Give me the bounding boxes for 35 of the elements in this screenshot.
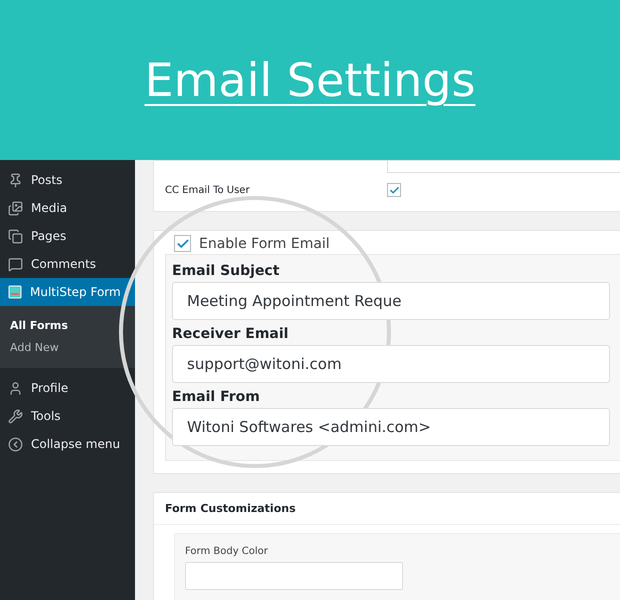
field-label: Form Body Color: [185, 546, 268, 557]
sidebar-item[interactable]: Media: [0, 194, 135, 222]
sidebar-item[interactable]: Pages: [0, 222, 135, 250]
color-field[interactable]: [185, 562, 403, 590]
submenu-item[interactable]: Add New: [0, 337, 69, 358]
collapse-icon: [8, 436, 23, 452]
sidebar-item[interactable]: Comments: [0, 250, 135, 278]
field-label: Receiver Email: [172, 326, 288, 342]
images-icon: [8, 200, 23, 216]
pages-icon: [8, 228, 23, 244]
checkbox[interactable]: [174, 235, 191, 252]
banner-title: Email Settings: [144, 53, 476, 107]
sidebar-item[interactable]: MultiStep Form: [0, 278, 135, 306]
check-icon: [388, 184, 400, 196]
pin-icon: [8, 172, 23, 188]
sidebar-item[interactable]: Collapse menu: [0, 430, 135, 458]
wrench-icon: [8, 408, 23, 424]
sidebar-item[interactable]: Posts: [0, 166, 135, 194]
input-field[interactable]: Meeting Appointment Reque: [172, 282, 610, 320]
checkbox[interactable]: [387, 183, 401, 197]
card-title: Form Customizations: [165, 502, 296, 515]
field-label: CC Email To User: [165, 184, 251, 196]
input-field[interactable]: [387, 161, 620, 173]
user-icon: [8, 380, 23, 396]
field-label: Email Subject: [172, 263, 280, 279]
form-icon: [8, 285, 22, 299]
input-field[interactable]: support@witoni.com: [172, 345, 610, 383]
sidebar-item[interactable]: Tools: [0, 402, 135, 430]
submenu-item[interactable]: All Forms: [0, 315, 78, 336]
check-icon: [176, 236, 190, 250]
comment-icon: [8, 256, 23, 272]
checkbox-label: Enable Form Email: [199, 236, 330, 252]
sidebar-item[interactable]: Profile: [0, 374, 135, 402]
input-field[interactable]: Witoni Softwares <admini.com>: [172, 408, 610, 446]
field-label: Email From: [172, 389, 260, 405]
